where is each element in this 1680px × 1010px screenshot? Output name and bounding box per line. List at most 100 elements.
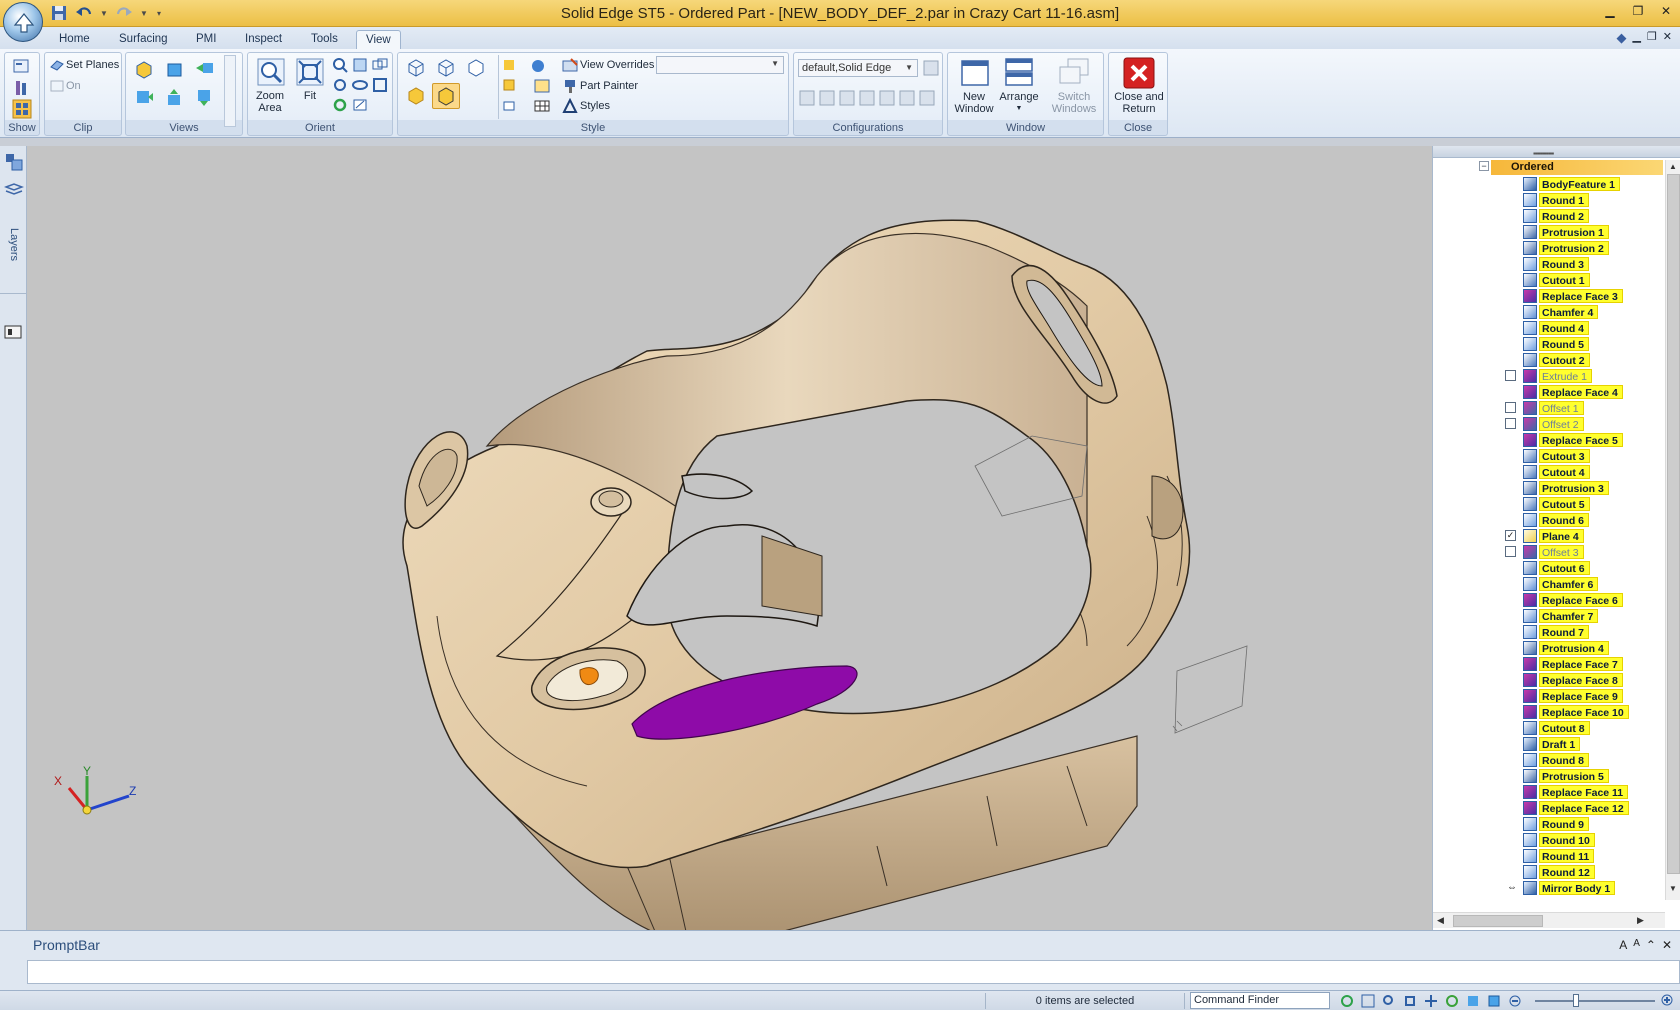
vertical-scroll-thumb[interactable] bbox=[1667, 174, 1680, 874]
shadow-icon[interactable] bbox=[502, 58, 516, 72]
tree-item[interactable]: Round 1 bbox=[1433, 192, 1665, 208]
show-panel-icon[interactable] bbox=[12, 57, 32, 77]
scroll-up-icon[interactable]: ▲ bbox=[1669, 162, 1677, 171]
command-finder-input[interactable]: Command Finder bbox=[1190, 992, 1330, 1009]
part-painter-icon[interactable] bbox=[562, 78, 578, 94]
tree-item[interactable]: Offset 3 bbox=[1433, 544, 1665, 560]
ribbon-restore-icon[interactable]: ❐ bbox=[1647, 30, 1657, 46]
new-window-icon[interactable] bbox=[960, 59, 990, 87]
application-button[interactable] bbox=[3, 2, 43, 42]
resize-grip-icon[interactable]: ▪▪▪▪▪▪▪▪▪▪▪ bbox=[1533, 149, 1554, 158]
layers-tab[interactable]: Layers bbox=[8, 228, 20, 261]
switch-windows-button[interactable]: Switch Windows bbox=[1046, 91, 1102, 115]
shaded-icon[interactable] bbox=[1485, 992, 1503, 1009]
rotate-icon[interactable] bbox=[1443, 992, 1461, 1009]
tree-item[interactable]: Round 6 bbox=[1433, 512, 1665, 528]
zoom-area-icon[interactable] bbox=[257, 58, 285, 86]
tree-item[interactable]: Replace Face 8 bbox=[1433, 672, 1665, 688]
collapse-icon[interactable]: ⌃ bbox=[1646, 938, 1656, 952]
view-right-icon[interactable] bbox=[194, 59, 214, 79]
zoom-slider-thumb[interactable] bbox=[1573, 994, 1579, 1007]
arrange-button[interactable]: Arrange bbox=[996, 91, 1042, 103]
tree-item[interactable]: Protrusion 5 bbox=[1433, 768, 1665, 784]
prompt-text-field[interactable] bbox=[27, 960, 1680, 984]
sketch-view-icon[interactable] bbox=[352, 97, 368, 113]
pathfinder-header[interactable]: ▪▪▪▪▪▪▪▪▪▪▪ bbox=[1433, 146, 1680, 158]
tab-tools[interactable]: Tools bbox=[302, 30, 347, 49]
graphics-window[interactable]: Y X Z bbox=[27, 146, 1432, 930]
restore-icon[interactable]: ❐ bbox=[1624, 0, 1652, 22]
tree-item[interactable]: Round 11 bbox=[1433, 848, 1665, 864]
wireframe-icon[interactable] bbox=[406, 58, 426, 78]
previous-view-icon[interactable] bbox=[372, 57, 388, 73]
view-top-icon[interactable] bbox=[164, 59, 184, 79]
fit-button[interactable]: Fit bbox=[292, 90, 328, 102]
tree-item[interactable]: Round 2 bbox=[1433, 208, 1665, 224]
part-model[interactable] bbox=[27, 146, 1432, 930]
scroll-left-icon[interactable]: ◀ bbox=[1437, 915, 1444, 926]
tree-item[interactable]: Protrusion 1 bbox=[1433, 224, 1665, 240]
tree-item[interactable]: Replace Face 10 bbox=[1433, 704, 1665, 720]
fit-icon[interactable] bbox=[296, 58, 324, 86]
tree-item[interactable]: Cutout 2 bbox=[1433, 352, 1665, 368]
view-cube-icon[interactable] bbox=[1464, 992, 1482, 1009]
show-grid-icon[interactable] bbox=[12, 99, 32, 119]
zoom-area-button[interactable]: Zoom Area bbox=[250, 90, 290, 114]
view-cube-yellow-icon[interactable] bbox=[134, 59, 154, 79]
font-size-icon[interactable]: A bbox=[1619, 938, 1627, 952]
scroll-down-icon[interactable]: ▼ bbox=[1669, 884, 1677, 893]
shaded-icon[interactable] bbox=[406, 86, 426, 106]
pathfinder-vertical-scrollbar[interactable]: ▲ ▼ bbox=[1665, 160, 1680, 900]
view-sphere-icon[interactable] bbox=[530, 58, 546, 74]
tree-item[interactable]: Round 5 bbox=[1433, 336, 1665, 352]
zoom-in-icon[interactable] bbox=[1660, 993, 1676, 1009]
part-painter-button[interactable]: Part Painter bbox=[580, 80, 638, 92]
view-front-icon[interactable] bbox=[134, 87, 154, 107]
view-overrides-dropdown[interactable]: ▼ bbox=[656, 56, 784, 74]
tree-item[interactable]: Cutout 8 bbox=[1433, 720, 1665, 736]
feature-visibility-checkbox[interactable]: ✓ bbox=[1505, 530, 1516, 541]
tree-item[interactable]: Cutout 6 bbox=[1433, 560, 1665, 576]
refresh-icon[interactable] bbox=[1338, 992, 1356, 1009]
tree-item[interactable]: Replace Face 3 bbox=[1433, 288, 1665, 304]
close-and-return-button[interactable]: Close and Return bbox=[1109, 91, 1169, 115]
tree-item[interactable]: Replace Face 6 bbox=[1433, 592, 1665, 608]
layers-icon[interactable] bbox=[3, 182, 25, 198]
ribbon-close-icon[interactable]: ✕ bbox=[1663, 30, 1672, 46]
set-planes-button[interactable]: Set Planes bbox=[66, 59, 119, 71]
tree-item[interactable]: Cutout 4 bbox=[1433, 464, 1665, 480]
floor-icon[interactable] bbox=[502, 98, 516, 112]
zoom-icon[interactable] bbox=[332, 57, 348, 73]
sensors-tab-icon[interactable] bbox=[3, 322, 23, 342]
tab-view[interactable]: View bbox=[356, 30, 401, 49]
tree-item[interactable]: Extrude 1 bbox=[1433, 368, 1665, 384]
feature-visibility-checkbox[interactable] bbox=[1505, 418, 1516, 429]
views-gallery-scroll[interactable] bbox=[224, 55, 236, 127]
feature-visibility-checkbox[interactable] bbox=[1505, 546, 1516, 557]
arrange-icon[interactable] bbox=[1004, 57, 1034, 87]
view-overrides-icon[interactable] bbox=[562, 57, 578, 73]
tree-item[interactable]: Chamfer 6 bbox=[1433, 576, 1665, 592]
horizontal-scroll-thumb[interactable] bbox=[1453, 915, 1543, 927]
tree-item[interactable]: Replace Face 5 bbox=[1433, 432, 1665, 448]
tree-item[interactable]: Cutout 3 bbox=[1433, 448, 1665, 464]
common-views-icon[interactable] bbox=[372, 77, 388, 93]
tree-item[interactable]: Round 7 bbox=[1433, 624, 1665, 640]
arrange-dropdown-icon[interactable]: ▼ bbox=[1012, 103, 1026, 115]
collapse-icon[interactable]: − bbox=[1479, 161, 1489, 171]
shaded-visible-edges-icon[interactable] bbox=[432, 83, 460, 109]
zoom-slider[interactable] bbox=[1535, 1000, 1655, 1002]
new-window-button[interactable]: New Window bbox=[950, 91, 998, 115]
close-and-return-icon[interactable] bbox=[1123, 57, 1155, 89]
set-planes-icon[interactable] bbox=[49, 57, 65, 73]
tree-item[interactable]: Replace Face 4 bbox=[1433, 384, 1665, 400]
close-icon[interactable]: ✕ bbox=[1662, 938, 1672, 952]
spin-about-icon[interactable] bbox=[352, 77, 368, 93]
close-icon[interactable]: ✕ bbox=[1652, 0, 1680, 22]
view-left-icon[interactable] bbox=[194, 87, 214, 107]
feature-visibility-checkbox[interactable] bbox=[1505, 402, 1516, 413]
fit-icon[interactable] bbox=[1401, 992, 1419, 1009]
tree-item[interactable]: Chamfer 7 bbox=[1433, 608, 1665, 624]
rollback-marker-icon[interactable]: ⇔ bbox=[1507, 881, 1521, 895]
styles-button[interactable]: Styles bbox=[580, 100, 610, 112]
